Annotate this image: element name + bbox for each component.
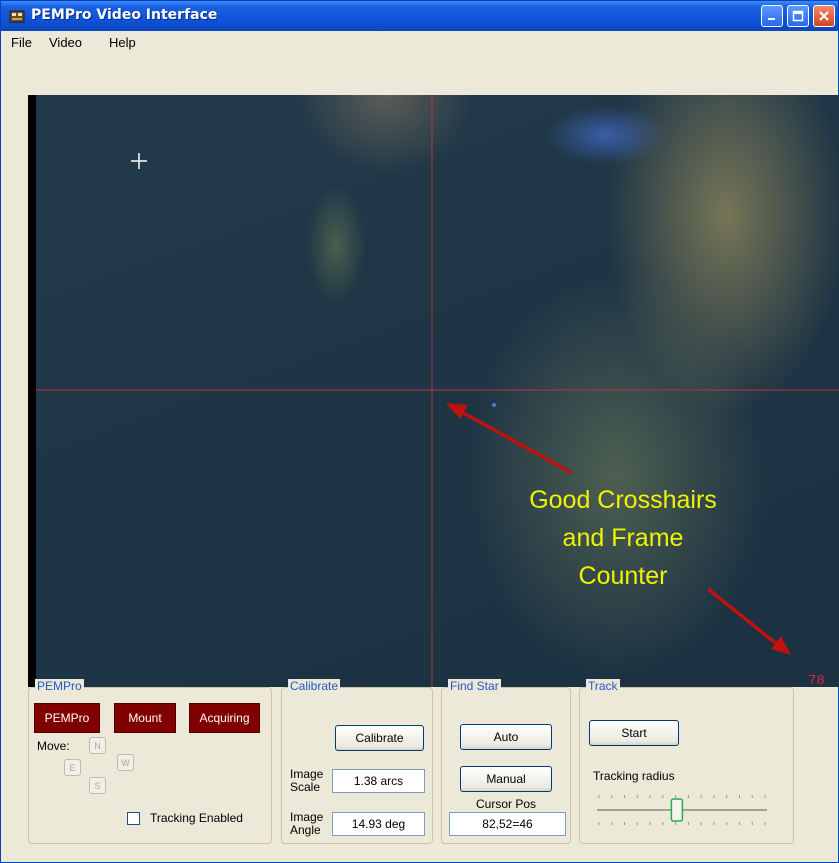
slider-thumb[interactable] xyxy=(670,798,684,822)
title-bar[interactable]: PEMPro Video Interface xyxy=(1,1,838,31)
track-group: Track Start Tracking radius xyxy=(579,679,794,844)
track-start-button[interactable]: Start xyxy=(589,720,679,746)
tracking-radius-slider[interactable] xyxy=(593,787,773,831)
annotation-line-3: Counter xyxy=(579,562,668,590)
tracking-enabled-label: Tracking Enabled xyxy=(150,811,243,825)
menu-video[interactable]: Video xyxy=(49,35,82,50)
calibrate-group-title: Calibrate xyxy=(288,679,341,693)
menu-bar: File Video Help xyxy=(1,31,838,55)
arrow-to-crosshair-icon xyxy=(446,403,573,475)
annotation-line-1: Good Crosshairs xyxy=(529,486,717,514)
annotation-line-2: and Frame xyxy=(563,524,684,552)
move-south-button[interactable]: S xyxy=(89,777,106,794)
image-scale-label-2: Scale xyxy=(290,780,321,794)
control-panel: PEMPro PEMPro Mount Acquiring Move: N E … xyxy=(1,679,838,863)
menu-file[interactable]: File xyxy=(11,35,32,50)
window-title: PEMPro Video Interface xyxy=(31,7,218,23)
image-scale-field[interactable]: 1.38 arcs xyxy=(332,769,425,793)
move-north-button[interactable]: N xyxy=(89,737,106,754)
arrow-to-counter-icon xyxy=(706,587,791,655)
move-label: Move: xyxy=(37,739,70,753)
pempro-status-button[interactable]: PEMPro xyxy=(34,703,100,733)
star-dot xyxy=(492,403,496,407)
close-button[interactable] xyxy=(813,5,835,27)
tracking-enabled-checkbox[interactable] xyxy=(127,812,140,825)
frame-counter: 78 xyxy=(808,673,825,687)
slider-ticks-bottom xyxy=(598,822,766,825)
calibrate-button[interactable]: Calibrate xyxy=(335,725,424,751)
video-display[interactable]: Good Crosshairs and Frame Counter 78 xyxy=(28,95,839,687)
menu-help[interactable]: Help xyxy=(109,35,136,50)
move-east-button[interactable]: E xyxy=(64,759,81,776)
minimize-icon xyxy=(768,18,775,20)
acquiring-status-button[interactable]: Acquiring xyxy=(189,703,260,733)
cursor-crosshair-icon xyxy=(131,153,147,169)
find-star-auto-button[interactable]: Auto xyxy=(460,724,552,750)
cursor-pos-field[interactable]: 82,52=46 xyxy=(449,812,566,836)
find-star-group: Find Star Auto Manual Cursor Pos 82,52=4… xyxy=(441,679,571,844)
close-icon xyxy=(819,11,829,21)
track-group-title: Track xyxy=(586,679,620,693)
pempro-group-title: PEMPro xyxy=(35,679,84,693)
move-west-button[interactable]: W xyxy=(117,754,134,771)
find-star-group-title: Find Star xyxy=(448,679,501,693)
video-overlay: Good Crosshairs and Frame Counter 78 xyxy=(36,95,839,687)
cursor-pos-label: Cursor Pos xyxy=(475,797,537,811)
image-angle-field[interactable]: 14.93 deg xyxy=(332,812,425,836)
mount-status-button[interactable]: Mount xyxy=(114,703,176,733)
find-star-manual-button[interactable]: Manual xyxy=(460,766,552,792)
minimize-button[interactable] xyxy=(761,5,783,27)
maximize-icon xyxy=(792,10,804,22)
tracking-radius-label: Tracking radius xyxy=(593,769,675,783)
main-window: PEMPro Video Interface File Video Help G… xyxy=(0,0,839,863)
pempro-group: PEMPro PEMPro Mount Acquiring Move: N E … xyxy=(28,679,272,844)
slider-ticks-top xyxy=(598,795,766,798)
app-icon xyxy=(9,10,25,23)
maximize-button[interactable] xyxy=(787,5,809,27)
image-angle-label-2: Angle xyxy=(290,823,321,837)
calibrate-group: Calibrate Calibrate Image Scale 1.38 arc… xyxy=(281,679,433,844)
